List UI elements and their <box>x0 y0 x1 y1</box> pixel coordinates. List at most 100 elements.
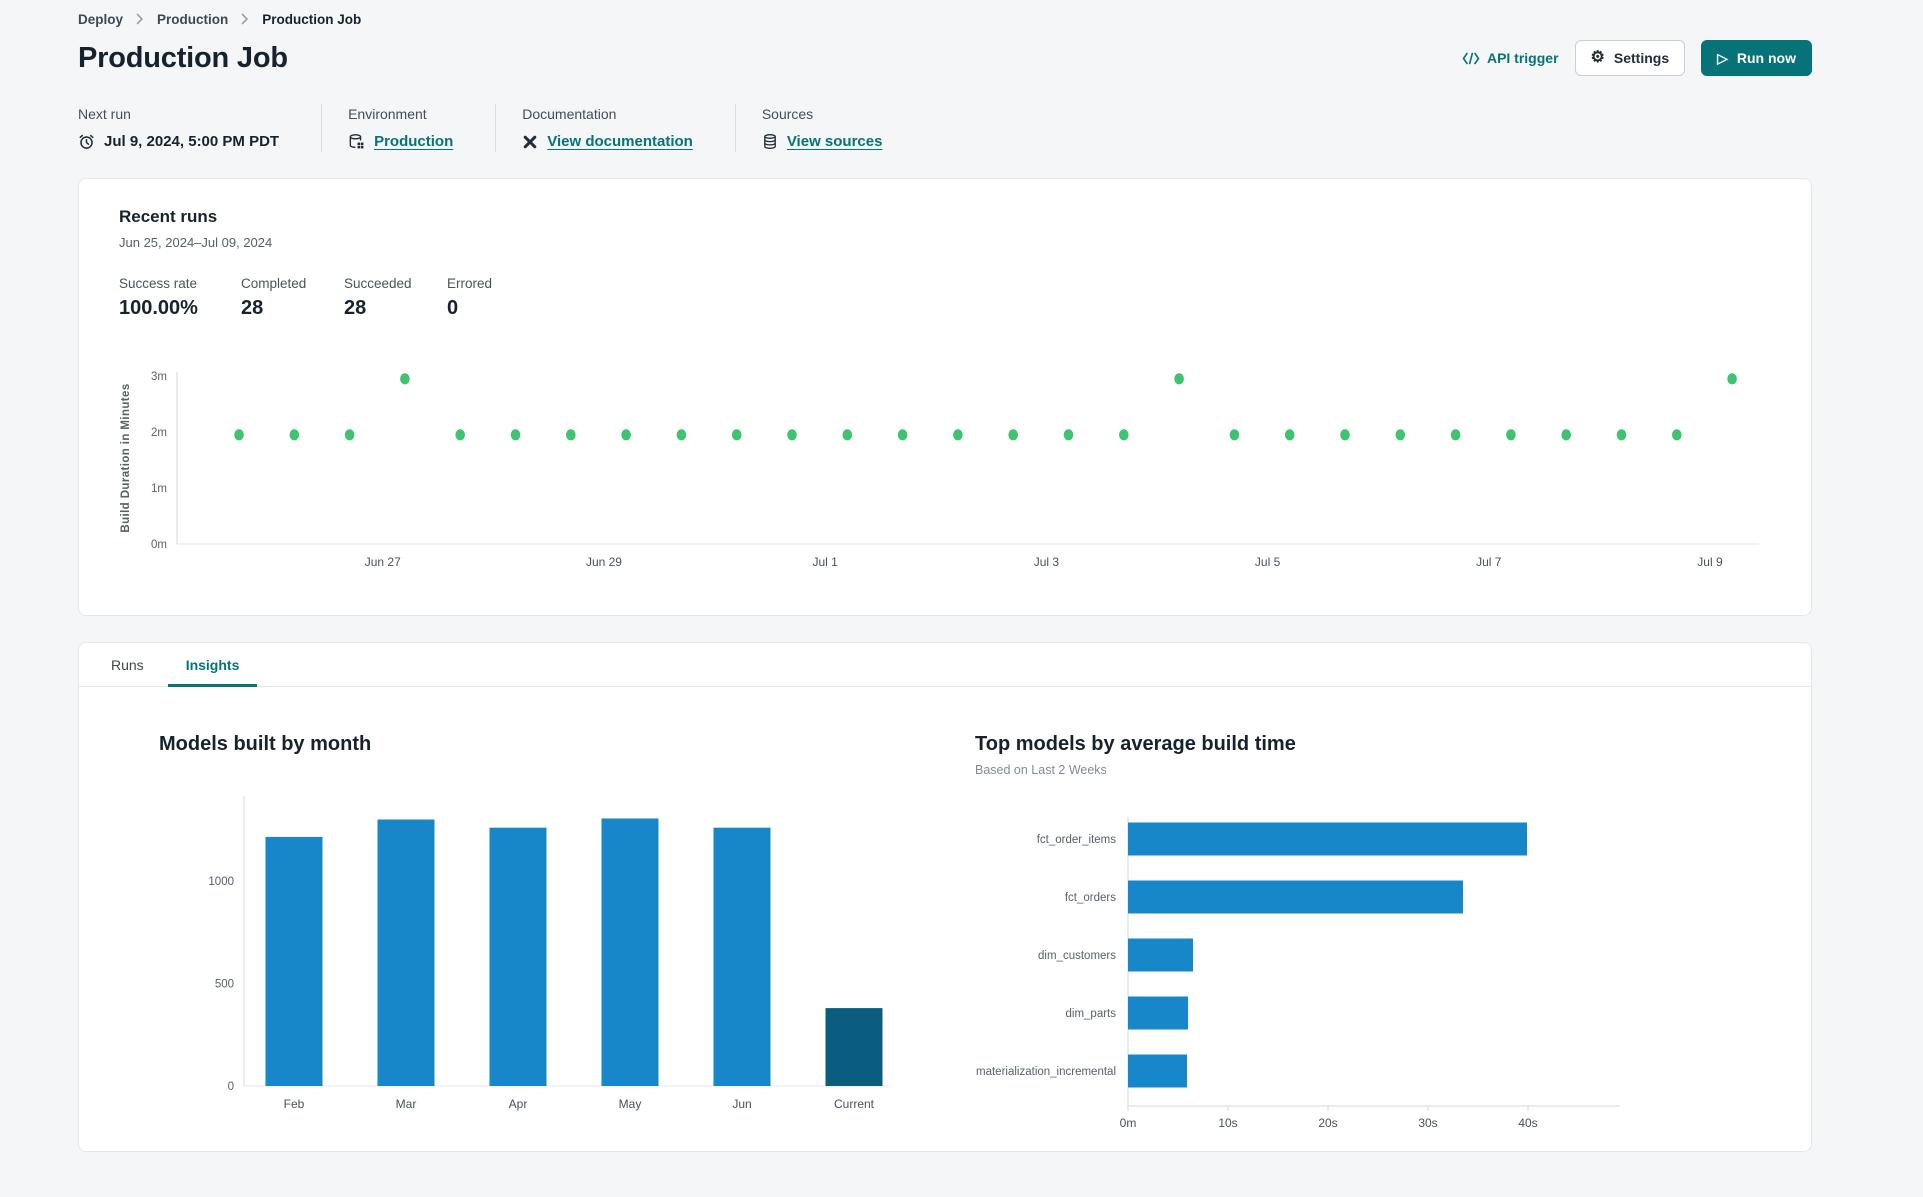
run-duration-point[interactable] <box>1450 429 1461 441</box>
month-bar[interactable] <box>265 836 323 1086</box>
run-duration-point[interactable] <box>1229 429 1240 441</box>
breadcrumb-production[interactable]: Production <box>157 12 228 27</box>
breadcrumb: Deploy Production Production Job <box>78 8 1812 30</box>
svg-text:fct_order_items: fct_order_items <box>1037 834 1117 846</box>
svg-text:3m: 3m <box>151 371 167 383</box>
run-duration-point[interactable] <box>289 429 300 441</box>
run-now-button[interactable]: ▷ Run now <box>1701 40 1812 76</box>
svg-text:Current: Current <box>834 1097 875 1111</box>
stat-label: Completed <box>241 276 307 291</box>
run-duration-point[interactable] <box>455 429 466 441</box>
svg-text:1000: 1000 <box>208 876 234 888</box>
run-duration-point[interactable] <box>1561 429 1571 441</box>
stat-value: 0 <box>447 297 459 319</box>
svg-text:Feb: Feb <box>284 1097 305 1111</box>
stat-succeeded: Succeeded 28 <box>344 276 447 320</box>
run-duration-point[interactable] <box>731 429 742 441</box>
build-duration-chart-svg: 0m 1m 2m 3m Build Duration in Minutes Jun 27 J… <box>120 371 1759 569</box>
svg-text:dim_parts: dim_parts <box>1066 1008 1117 1020</box>
run-duration-point[interactable] <box>1727 373 1737 385</box>
tab-runs[interactable]: Runs <box>93 643 162 687</box>
svg-text:10s: 10s <box>1218 1116 1237 1130</box>
model-build-time-bar[interactable] <box>1128 1054 1187 1088</box>
play-icon: ▷ <box>1717 50 1728 66</box>
svg-text:Apr: Apr <box>509 1097 528 1111</box>
recent-runs-date-range: Jun 25, 2024–Jul 09, 2024 <box>119 235 273 250</box>
run-duration-point[interactable] <box>400 373 410 385</box>
run-duration-point[interactable] <box>787 429 797 441</box>
database-icon <box>762 133 778 150</box>
stat-completed: Completed 28 <box>241 276 344 320</box>
environment-link[interactable]: Production <box>374 133 453 150</box>
svg-text:0m: 0m <box>1120 1116 1137 1130</box>
run-duration-point[interactable] <box>676 429 687 441</box>
svg-text:Jun 27: Jun 27 <box>365 555 401 569</box>
run-duration-point[interactable] <box>1174 373 1184 385</box>
view-documentation-link[interactable]: View documentation <box>547 133 693 150</box>
svg-text:materialization_incremental: materialization_incremental <box>976 1066 1116 1078</box>
run-duration-point[interactable] <box>344 429 355 441</box>
svg-text:Jun 29: Jun 29 <box>586 555 622 569</box>
month-bar[interactable] <box>489 827 547 1086</box>
month-bar[interactable] <box>601 818 659 1086</box>
recent-runs-stats: Success rate 100.00% Completed 28 Succee… <box>119 276 1771 320</box>
svg-text:dim_customers: dim_customers <box>1038 950 1116 962</box>
environment-section: Environment Production <box>321 104 495 152</box>
breadcrumb-deploy[interactable]: Deploy <box>78 12 123 27</box>
run-duration-point[interactable] <box>1506 429 1516 441</box>
run-duration-point[interactable] <box>621 429 631 441</box>
insights-panel: Models built by month 0 500 1000 Feb Mar Apr M… <box>79 687 1811 1151</box>
month-bar[interactable] <box>713 827 771 1086</box>
breadcrumb-current-page: Production Job <box>262 11 362 27</box>
run-duration-point[interactable] <box>1340 429 1350 441</box>
svg-text:fct_orders: fct_orders <box>1065 892 1116 904</box>
run-duration-point[interactable] <box>1063 429 1074 441</box>
gear-icon: ⚙ <box>1590 49 1605 66</box>
view-sources-link[interactable]: View sources <box>787 133 883 150</box>
job-detail-card: Runs Insights Models built by month 0 500… <box>78 642 1812 1152</box>
svg-text:Jul 1: Jul 1 <box>813 555 839 569</box>
top-models-chart-subtitle: Based on Last 2 Weeks <box>975 763 1107 777</box>
models-built-by-month-chart: Models built by month 0 500 1000 Feb Mar Apr M… <box>159 733 975 1151</box>
run-duration-point[interactable] <box>1616 429 1627 441</box>
run-duration-point[interactable] <box>1008 429 1018 441</box>
model-build-time-bar[interactable] <box>1128 822 1527 856</box>
dbt-docs-icon <box>522 134 538 150</box>
svg-text:20s: 20s <box>1318 1116 1337 1130</box>
svg-text:0: 0 <box>228 1081 234 1093</box>
run-duration-point[interactable] <box>566 429 576 441</box>
svg-text:0m: 0m <box>151 539 167 551</box>
run-duration-point[interactable] <box>510 429 521 441</box>
build-duration-chart: 0m 1m 2m 3m Build Duration in Minutes Jun 27 J… <box>119 364 1771 575</box>
run-duration-point[interactable] <box>1395 429 1406 441</box>
run-duration-point[interactable] <box>1672 429 1682 441</box>
chevron-right-icon <box>241 13 249 25</box>
settings-button[interactable]: ⚙ Settings <box>1574 40 1686 76</box>
run-duration-point[interactable] <box>953 429 963 441</box>
tab-bar: Runs Insights <box>79 643 1811 687</box>
next-run-value: Jul 9, 2024, 5:00 PM PDT <box>104 133 280 150</box>
svg-text:Jul 9: Jul 9 <box>1697 555 1723 569</box>
environment-icon <box>348 133 365 150</box>
stat-value: 100.00% <box>119 297 198 319</box>
month-bar[interactable] <box>825 1008 883 1086</box>
model-build-time-bar[interactable] <box>1128 880 1463 914</box>
api-trigger-label: API trigger <box>1486 50 1559 66</box>
tab-insights[interactable]: Insights <box>167 643 258 687</box>
models-built-chart-title: Models built by month <box>159 733 372 755</box>
run-duration-point[interactable] <box>234 429 244 441</box>
model-build-time-bar[interactable] <box>1128 996 1188 1030</box>
run-duration-point[interactable] <box>842 429 853 441</box>
next-run-label: Next run <box>78 106 131 122</box>
model-build-time-bar[interactable] <box>1128 938 1193 972</box>
svg-text:1m: 1m <box>151 483 167 495</box>
svg-text:2m: 2m <box>151 427 167 439</box>
svg-text:Jul 5: Jul 5 <box>1255 555 1281 569</box>
month-bar[interactable] <box>377 819 435 1087</box>
api-trigger-link[interactable]: API trigger <box>1462 50 1559 66</box>
run-duration-point[interactable] <box>1284 429 1295 441</box>
recent-runs-card: Recent runs Jun 25, 2024–Jul 09, 2024 Su… <box>78 178 1812 616</box>
run-duration-point[interactable] <box>897 429 908 441</box>
run-duration-point[interactable] <box>1119 429 1129 441</box>
svg-text:500: 500 <box>215 979 234 991</box>
